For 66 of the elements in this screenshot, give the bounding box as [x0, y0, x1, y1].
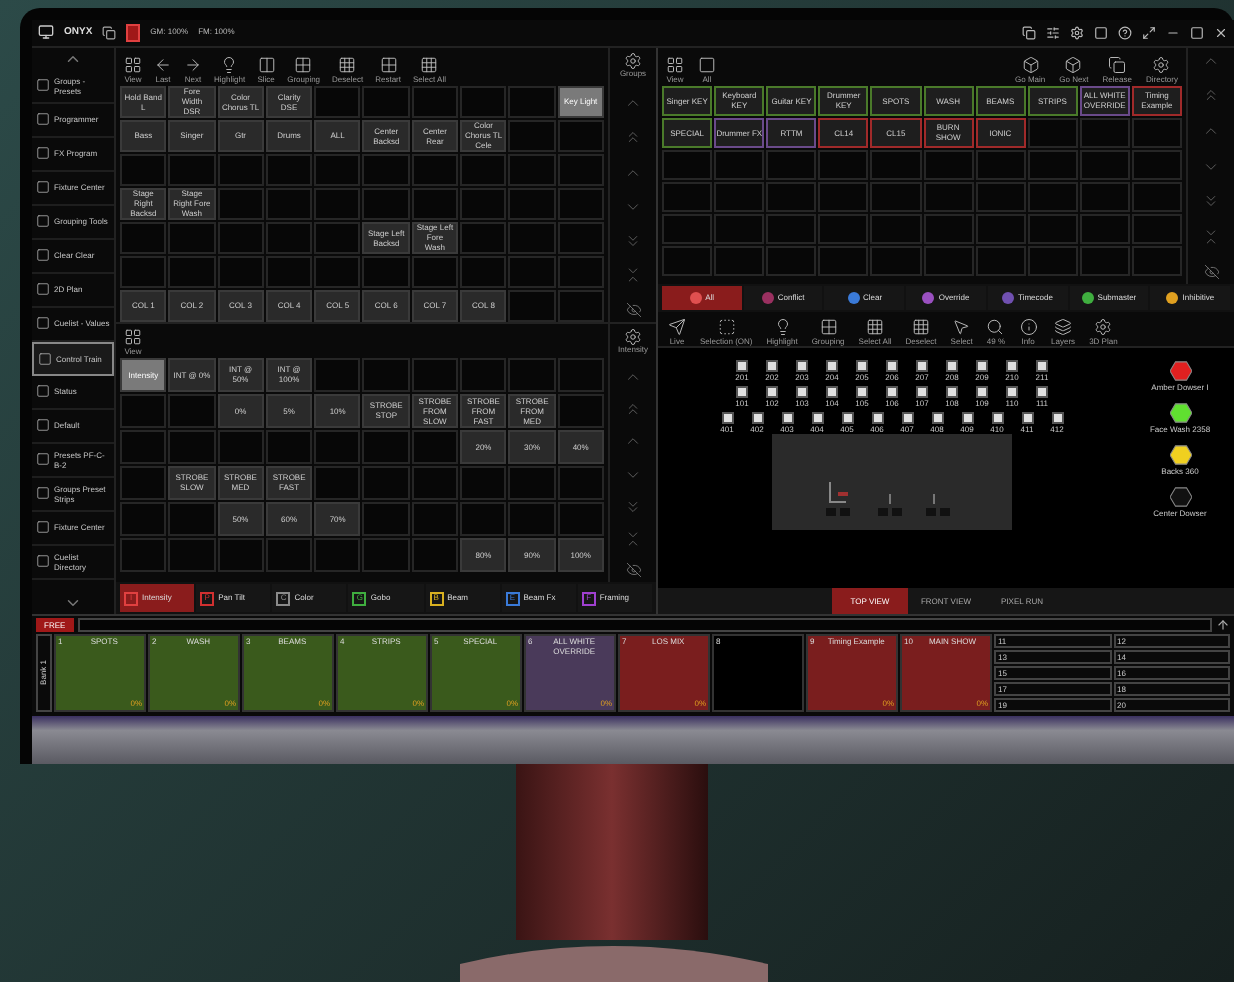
grid-icon	[338, 55, 357, 74]
chevron-end-icon[interactable]	[624, 266, 642, 285]
double-chevron-down-icon[interactable]	[624, 497, 642, 516]
chevron-end-icon[interactable]	[1202, 227, 1220, 246]
selection-icon	[717, 317, 736, 336]
screen-icon	[36, 214, 50, 229]
square-icon	[698, 55, 716, 74]
grid-icon	[666, 55, 684, 74]
arrow-right-icon	[184, 55, 202, 74]
eye-off-icon[interactable]	[625, 301, 641, 318]
screen-icon	[36, 146, 50, 161]
columns-icon	[257, 55, 276, 74]
info-icon	[1019, 317, 1038, 336]
grid-icon	[294, 55, 313, 74]
screen-icon	[36, 520, 50, 535]
screen-icon	[36, 112, 50, 127]
search-icon	[986, 317, 1005, 336]
arrow-icon	[668, 317, 686, 336]
layers-icon	[1054, 317, 1073, 336]
double-chevron-down-icon[interactable]	[1202, 192, 1220, 211]
sliders-icon[interactable]	[1046, 25, 1060, 40]
grid-icon	[124, 55, 142, 74]
monitor-icon[interactable]	[38, 24, 54, 41]
eye-off-icon[interactable]	[625, 562, 641, 579]
window-icon[interactable]	[102, 25, 117, 40]
double-chevron-up-icon[interactable]	[1202, 86, 1220, 105]
chevron-end-icon[interactable]	[624, 529, 642, 548]
screen-icon	[36, 452, 50, 467]
screen-icon	[36, 78, 50, 93]
grid-icon	[866, 317, 884, 336]
copy-icon	[1108, 55, 1127, 74]
settings-icon	[1152, 55, 1171, 74]
double-chevron-up-icon[interactable]	[624, 400, 642, 419]
grid-icon	[819, 317, 838, 336]
settings-icon	[624, 51, 642, 70]
box-icon	[1064, 55, 1083, 74]
screen-icon	[36, 554, 50, 569]
eye-off-icon[interactable]	[1203, 263, 1219, 280]
help-icon[interactable]	[1118, 25, 1132, 40]
screen-icon	[36, 384, 50, 399]
screen-icon	[36, 316, 50, 331]
screen-icon	[38, 351, 52, 366]
grid-icon	[124, 327, 142, 346]
expand-icon[interactable]	[1142, 25, 1156, 40]
close-icon[interactable]	[1214, 25, 1228, 40]
arrow-up-icon[interactable]	[1216, 618, 1230, 633]
screen-icon	[36, 180, 50, 195]
maximize-icon[interactable]	[1190, 25, 1204, 40]
grid-icon	[912, 317, 931, 336]
settings-icon	[1094, 317, 1113, 336]
pointer-icon	[952, 317, 971, 336]
arrow-left-icon	[154, 55, 172, 74]
command-field[interactable]	[77, 618, 1212, 633]
window-icon[interactable]	[1022, 25, 1036, 40]
grid-icon	[379, 55, 398, 74]
record-icon[interactable]	[126, 23, 141, 42]
double-chevron-down-icon[interactable]	[624, 232, 642, 251]
screen-icon	[36, 418, 50, 433]
grid-icon	[420, 55, 439, 74]
settings-icon[interactable]	[1070, 25, 1084, 40]
screen-icon	[36, 486, 50, 501]
double-chevron-up-icon[interactable]	[624, 128, 642, 147]
settings-icon	[624, 327, 642, 346]
screen-icon	[36, 282, 50, 297]
screen-icon	[36, 248, 50, 263]
box-icon	[1021, 55, 1040, 74]
